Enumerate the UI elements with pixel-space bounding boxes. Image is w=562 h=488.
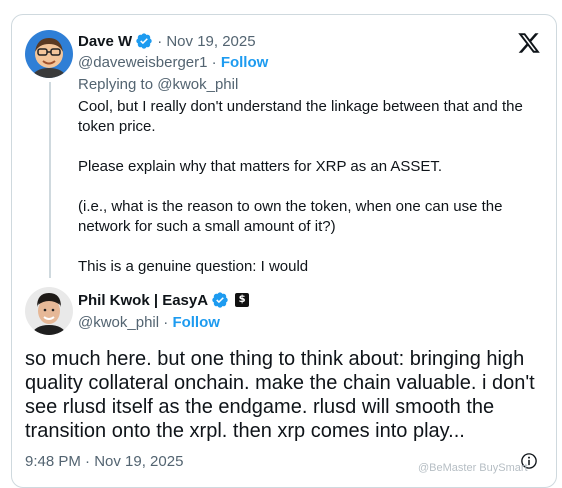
follow-button[interactable]: Follow [221, 54, 269, 71]
affiliate-badge-icon[interactable]: $ [235, 293, 250, 307]
watermark-text: @BeMaster BuySmart [418, 462, 528, 474]
main-author-row: Phil Kwok | EasyA $ [78, 291, 250, 309]
verified-badge-icon [136, 33, 152, 49]
separator-dot: · [163, 314, 169, 331]
verified-badge-icon [212, 292, 228, 308]
quoted-paragraph: Cool, but I really don't understand the … [78, 98, 523, 135]
quoted-author-row: Dave W · Nov 19, 2025 [78, 32, 256, 50]
post-date[interactable]: · Nov 19, 2025 [157, 33, 255, 50]
main-post-text: so much here. but one thing to think abo… [25, 348, 535, 442]
post-timestamp[interactable]: 9:48 PM · Nov 19, 2025 [25, 453, 183, 470]
separator-dot: · [211, 54, 217, 71]
quoted-paragraph: Please explain why that matters for XRP … [78, 158, 443, 175]
x-logo-icon[interactable] [517, 31, 541, 55]
author-name[interactable]: Phil Kwok | EasyA [78, 292, 208, 309]
quoted-handle-row: @daveweisberger1 · Follow [78, 54, 268, 71]
quoted-post-text: Cool, but I really don't understand the … [78, 97, 543, 277]
author-handle[interactable]: @kwok_phil [78, 314, 159, 331]
quoted-paragraph: (i.e., what is the reason to own the tok… [78, 198, 503, 235]
author-name[interactable]: Dave W [78, 33, 132, 50]
thread-connector-line [49, 82, 51, 278]
avatar[interactable] [25, 287, 73, 335]
avatar[interactable] [25, 30, 73, 78]
replying-to-label[interactable]: Replying to @kwok_phil [78, 76, 238, 93]
main-handle-row: @kwok_phil · Follow [78, 314, 220, 331]
quoted-paragraph: This is a genuine question: I would [78, 258, 309, 275]
avatar-phil-image [25, 287, 73, 335]
avatar-dave-image [25, 30, 73, 78]
author-handle[interactable]: @daveweisberger1 [78, 54, 207, 71]
follow-button[interactable]: Follow [172, 314, 220, 331]
